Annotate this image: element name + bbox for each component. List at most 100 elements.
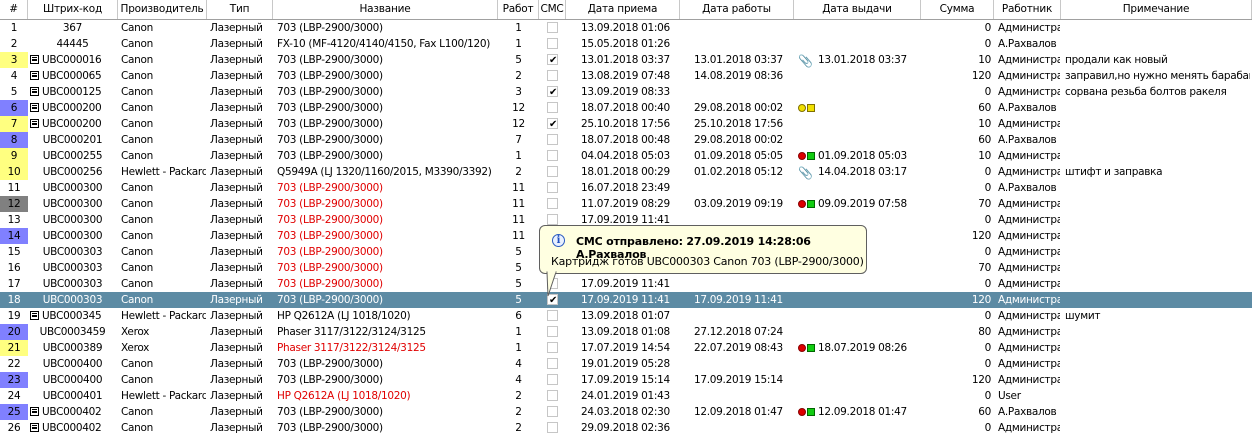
sms-checkbox[interactable] [547,134,558,145]
cell-sum: 10 [978,54,991,66]
table-row[interactable]: 20 UBC0003459 Xerox Лазерный Phaser 3117/312… [0,324,1252,340]
sms-checkbox[interactable] [547,70,558,81]
cell-works: 2 [515,70,522,82]
sms-checkbox[interactable] [547,38,558,49]
tree-toggle-icon[interactable] [30,71,39,80]
cell-num: 23 [7,374,21,386]
table-row[interactable]: 9 UBC000255 Canon Лазерный 703 (LBP-2900/300… [0,148,1252,164]
cell-sms [540,116,564,132]
table-row[interactable]: 4 UBC000065 Canon Лазерный 703 (LBP-2900/300… [0,68,1252,84]
cell-works: 12 [512,102,525,114]
cell-works: 5 [515,246,522,258]
cell-worker: Администра [998,246,1060,258]
cell-num: 4 [10,70,18,82]
sms-checkbox[interactable] [547,53,558,68]
sms-checkbox[interactable] [547,22,558,33]
sms-checkbox[interactable] [547,117,558,132]
table-row[interactable]: 10 UBC000256 Hewlett - Packard Лазерный Q594… [0,164,1252,180]
table-row[interactable]: 2 44445 Canon Лазерный FX-10 (MF-4120/4140/4… [0,36,1252,52]
col-header-work-date[interactable]: Дата работы [680,0,794,19]
col-header-received[interactable]: Дата приема [566,0,680,19]
table-row[interactable]: 6 UBC000200 Canon Лазерный 703 (LBP-2900/300… [0,100,1252,116]
sms-checkbox[interactable] [547,422,558,433]
table-row[interactable]: 3 UBC000016 Canon Лазерный 703 (LBP-2900/300… [0,52,1252,68]
table-row[interactable]: 26 UBC000402 Canon Лазерный 703 (LBP-2900/30… [0,420,1252,436]
yellow-square-icon [807,104,815,112]
barcode-text: UBC000345 [42,310,102,322]
table-row[interactable]: 17 UBC000303 Canon Лазерный 703 (LBP-2900/30… [0,276,1252,292]
cell-name: Q5949A (LJ 1320/1160/2015, M3390/3392) [277,166,492,178]
col-header-barcode[interactable]: Штрих-код [28,0,118,19]
cell-works: 1 [515,22,522,34]
red-status-icon [798,152,806,160]
cell-manufacturer: Canon [121,422,153,434]
table-row[interactable]: 18 UBC000303 Canon Лазерный 703 (LBP-2900/30… [0,292,1252,308]
sms-checkbox[interactable] [547,406,558,417]
table-row[interactable]: 23 UBC000400 Canon Лазерный 703 (LBP-2900/30… [0,372,1252,388]
table-row[interactable]: 24 UBC000401 Hewlett - Packard Лазерный HP Q… [0,388,1252,404]
table-row[interactable]: 11 UBC000300 Canon Лазерный 703 (LBP-2900/30… [0,180,1252,196]
col-header-note[interactable]: Примечание [1061,0,1252,19]
cell-work-date [694,84,792,100]
sms-checkbox[interactable] [547,102,558,113]
sms-checkbox[interactable] [547,85,558,100]
sms-checkbox[interactable] [547,342,558,353]
cell-sum: 0 [984,390,992,402]
sms-checkbox[interactable] [547,390,558,401]
col-header-works[interactable]: Работ [498,0,539,19]
cell-works: 11 [512,230,525,242]
table-row[interactable]: 7 UBC000200 Canon Лазерный 703 (LBP-2900/300… [0,116,1252,132]
table-row[interactable]: 1 367 Canon Лазерный 703 (LBP-2900/3000) 1 13.… [0,20,1252,36]
sms-checkbox[interactable] [547,198,558,209]
cell-work-date: 29.08.2018 00:02 [694,134,783,146]
col-header-manufacturer[interactable]: Производитель [118,0,207,19]
sms-checkbox[interactable] [547,150,558,161]
tree-toggle-icon[interactable] [30,103,39,112]
cell-barcode: UBC000345 [28,308,117,324]
table-row[interactable]: 5 UBC000125 Canon Лазерный 703 (LBP-2900/300… [0,84,1252,100]
cell-received: 16.07.2018 23:49 [581,182,670,194]
table-row[interactable]: 22 UBC000400 Canon Лазерный 703 (LBP-2900/30… [0,356,1252,372]
green-status-icon [807,152,815,160]
cell-manufacturer: Xerox [121,326,150,338]
tree-toggle-icon[interactable] [30,423,39,432]
col-header-num[interactable]: # [0,0,28,19]
col-header-name[interactable]: Название [273,0,498,19]
sms-checkbox[interactable] [547,374,558,385]
tree-toggle-icon[interactable] [30,87,39,96]
sms-checkbox[interactable] [547,166,558,177]
col-header-type[interactable]: Тип [207,0,273,19]
col-header-sms[interactable]: СМС [539,0,566,19]
tree-toggle-icon[interactable] [30,311,39,320]
col-header-issue-date[interactable]: Дата выдачи [794,0,921,19]
cell-barcode: 367 [62,22,83,34]
orders-grid[interactable]: # Штрих-код Производитель Тип Название Р… [0,0,1252,436]
tree-toggle-icon[interactable] [30,407,39,416]
tree-toggle-icon[interactable] [30,55,39,64]
cell-manufacturer: Canon [121,102,153,114]
table-row[interactable]: 25 UBC000402 Canon Лазерный 703 (LBP-2900/30… [0,404,1252,420]
cell-note [1063,388,1250,404]
col-header-worker[interactable]: Работник [994,0,1061,19]
sms-checkbox[interactable] [547,182,558,193]
table-row[interactable]: 12 UBC000300 Canon Лазерный 703 (LBP-2900/30… [0,196,1252,212]
cell-work-date [694,420,792,436]
sms-checkbox[interactable] [547,326,558,337]
cell-sum: 120 [971,294,991,306]
sms-checkbox[interactable] [547,358,558,369]
cell-num: 21 [7,342,21,354]
cell-barcode: UBC000300 [42,230,103,242]
cell-note [1063,100,1250,116]
cell-manufacturer: Canon [121,262,153,274]
cell-sum: 0 [984,342,992,354]
table-row[interactable]: 19 UBC000345 Hewlett - Packard Лазерный HP Q… [0,308,1252,324]
table-row[interactable]: 21 UBC000389 Xerox Лазерный Phaser 3117/3122… [0,340,1252,356]
tree-toggle-icon[interactable] [30,119,39,128]
sms-checkbox[interactable] [547,310,558,321]
cell-received: 17.09.2019 15:14 [581,374,670,386]
col-header-sum[interactable]: Сумма [921,0,994,19]
table-row[interactable]: 8 UBC000201 Canon Лазерный 703 (LBP-2900/300… [0,132,1252,148]
cell-received: 13.09.2018 01:07 [581,310,670,322]
cell-sum: 0 [984,358,992,370]
sms-checkbox[interactable] [547,214,558,225]
